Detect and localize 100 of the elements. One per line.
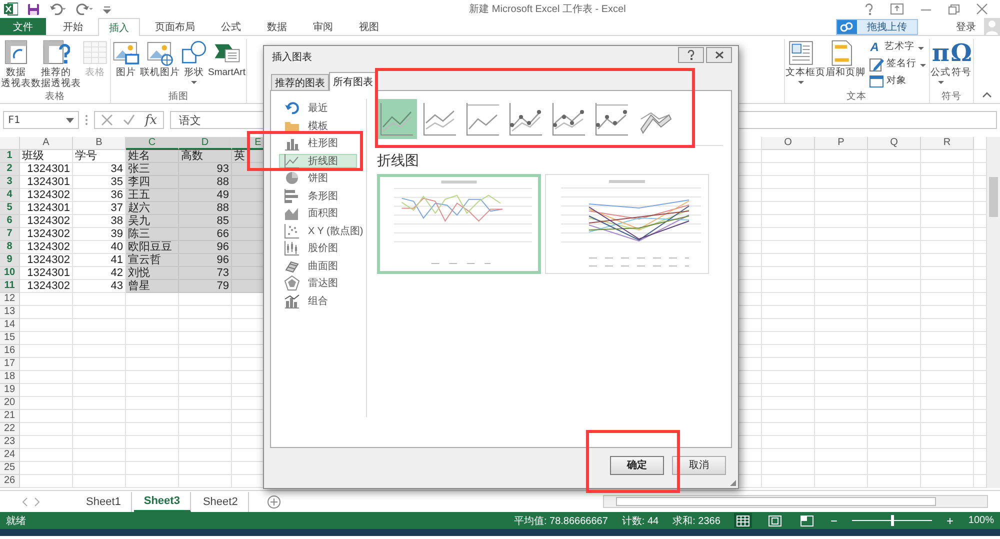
chart-type-item[interactable]: 股价图 [279, 241, 357, 255]
row-header[interactable]: 23 [0, 436, 20, 449]
sheet-tab[interactable]: Sheet3 [134, 492, 191, 512]
row-header[interactable]: 17 [0, 358, 20, 371]
upload-button[interactable]: 拖拽上传 [836, 18, 918, 34]
column-header[interactable]: Q [868, 137, 921, 150]
chart-type-item[interactable]: 组合 [279, 294, 357, 308]
zoom-slider-thumb[interactable] [891, 515, 894, 526]
ribbon-tab[interactable]: 数据 [256, 18, 298, 35]
row-header[interactable]: 3 [0, 176, 20, 189]
chart-type-item[interactable]: X Y (散点图) [279, 224, 368, 238]
column-header[interactable]: R [921, 137, 974, 150]
row-header[interactable]: 10 [0, 267, 20, 280]
row-header[interactable]: 24 [0, 449, 20, 462]
zoom-level[interactable]: 100% [968, 515, 994, 526]
row-header[interactable]: 1 [0, 150, 20, 163]
undo-icon[interactable] [49, 3, 67, 15]
chart-type-item[interactable]: 面积图 [279, 206, 357, 220]
row-header[interactable]: 13 [0, 306, 20, 319]
row-header[interactable]: 12 [0, 293, 20, 306]
save-icon[interactable] [27, 2, 40, 16]
view-button[interactable] [734, 513, 752, 528]
chart-type-item[interactable]: 最近 [279, 101, 357, 115]
ribbon-button[interactable]: 推荐的 数据透视表 [31, 39, 81, 89]
row-header[interactable]: 5 [0, 202, 20, 215]
check-icon[interactable] [123, 114, 135, 126]
close-button[interactable] [706, 47, 732, 63]
chart-type-item[interactable]: 雷达图 [279, 276, 357, 290]
zoom-in-icon[interactable] [946, 516, 954, 524]
row-header[interactable]: 20 [0, 397, 20, 410]
column-header[interactable]: A [20, 137, 73, 150]
cancel-button[interactable]: 取消 [672, 456, 726, 474]
chart-type-item[interactable]: 饼图 [279, 171, 357, 185]
ribbon-tab[interactable]: 公式 [210, 18, 252, 35]
ok-button[interactable]: 确定 [610, 456, 664, 474]
collapse-ribbon-icon[interactable] [982, 91, 992, 99]
dropdown-icon[interactable] [66, 118, 74, 122]
chart-type-item[interactable]: 折线图 [279, 154, 357, 168]
help-button[interactable] [678, 47, 704, 63]
ribbon-small-button[interactable]: 对象 [866, 73, 928, 88]
row-header[interactable]: 26 [0, 475, 20, 488]
ribbon-tab[interactable]: 视图 [348, 18, 390, 35]
scroll-thumb[interactable] [616, 497, 936, 506]
row-header[interactable]: 21 [0, 410, 20, 423]
row-header[interactable]: 15 [0, 332, 20, 345]
redo-icon[interactable] [76, 3, 94, 15]
ribbon-button[interactable]: 形状 [180, 39, 208, 84]
column-header[interactable]: O [762, 137, 815, 150]
view-button[interactable] [766, 513, 784, 528]
view-button[interactable] [798, 513, 816, 528]
dialog-tab[interactable]: 所有图表 [329, 72, 377, 91]
row-header[interactable]: 16 [0, 345, 20, 358]
ribbon-display-icon[interactable] [890, 3, 904, 15]
horizontal-scrollbar[interactable] [603, 495, 988, 508]
previous-sheet-icon[interactable] [20, 496, 30, 506]
name-box[interactable]: F1 [3, 111, 79, 129]
ribbon-tab[interactable]: 插入 [98, 18, 140, 36]
chart-type-item[interactable]: 模板 [279, 118, 357, 132]
ribbon-button[interactable]: Ω 符号 [950, 39, 972, 78]
column-header[interactable]: P [815, 137, 868, 150]
row-header[interactable]: 2 [0, 163, 20, 176]
help-icon[interactable] [864, 3, 874, 15]
row-header[interactable]: 14 [0, 319, 20, 332]
column-header[interactable]: C [126, 137, 179, 150]
ribbon-button[interactable]: π 公式 [930, 39, 951, 84]
sign-in-link[interactable]: 登录 [956, 20, 976, 34]
ribbon-button[interactable]: 页眉和页脚 [816, 39, 866, 78]
row-header[interactable]: 25 [0, 462, 20, 475]
row-header[interactable]: 18 [0, 371, 20, 384]
chart-type-item[interactable]: 条形图 [279, 188, 357, 202]
restore-icon[interactable] [948, 3, 960, 15]
column-header[interactable]: B [73, 137, 126, 150]
dialog-tab[interactable]: 推荐的图表 [271, 74, 329, 90]
cancel-icon[interactable] [101, 114, 113, 126]
add-sheet-icon[interactable] [266, 494, 281, 508]
ribbon-tab[interactable]: 开始 [52, 18, 94, 35]
insert-function-button[interactable]: fx [145, 112, 158, 128]
row-header[interactable]: 22 [0, 423, 20, 436]
row-header[interactable]: 8 [0, 241, 20, 254]
ribbon-tab[interactable]: 审阅 [302, 18, 344, 35]
ribbon-button[interactable]: 联机图片 [140, 39, 180, 78]
row-header[interactable]: 19 [0, 384, 20, 397]
scroll-thumb[interactable] [989, 177, 998, 217]
ribbon-tab[interactable]: 页面布局 [144, 18, 206, 35]
next-sheet-icon[interactable] [32, 496, 42, 506]
row-header[interactable]: 9 [0, 254, 20, 267]
row-header[interactable]: 7 [0, 228, 20, 241]
chart-type-item[interactable]: 曲面图 [279, 258, 357, 272]
vertical-scrollbar[interactable] [986, 137, 1000, 488]
ribbon-small-button[interactable]: 签名行 [866, 56, 928, 71]
row-header[interactable]: 4 [0, 189, 20, 202]
file-tab[interactable]: 文件 [0, 18, 46, 35]
close-icon[interactable] [976, 3, 988, 15]
ribbon-button[interactable]: 图片 [112, 39, 140, 78]
column-header[interactable]: D [179, 137, 232, 150]
ribbon-button[interactable]: 数据 透视表 [1, 39, 31, 89]
ribbon-small-button[interactable]: A 艺术字 [866, 39, 928, 54]
resize-grip-icon[interactable] [730, 480, 736, 486]
row-header[interactable]: 11 [0, 280, 20, 293]
customize-toolbar-icon[interactable] [103, 4, 111, 14]
